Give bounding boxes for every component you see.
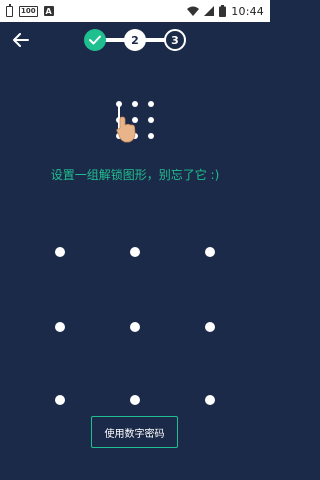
status-left: 100 A xyxy=(6,3,54,17)
pattern-dot-8[interactable] xyxy=(130,395,140,405)
pattern-dot-6[interactable] xyxy=(205,322,215,332)
badge-100-icon: 100 xyxy=(19,5,38,17)
pattern-dot-1[interactable] xyxy=(55,247,65,257)
status-right: 10:44 xyxy=(187,5,264,18)
pattern-dot-9[interactable] xyxy=(205,395,215,405)
battery-small-icon xyxy=(6,3,13,17)
pattern-grid[interactable] xyxy=(35,227,235,427)
back-button[interactable] xyxy=(10,30,32,50)
step-3-pending: 3 xyxy=(164,29,186,51)
pattern-hint-text: 设置一组解锁图形，别忘了它 :) xyxy=(50,168,220,182)
signal-icon xyxy=(204,6,215,16)
pattern-dot-7[interactable] xyxy=(55,395,65,405)
status-time: 10:44 xyxy=(231,4,264,18)
a-notification-icon: A xyxy=(43,6,54,16)
arrow-left-icon xyxy=(13,33,29,47)
step-1-done xyxy=(84,29,106,51)
status-bar: 100 A 10:44 xyxy=(0,0,270,22)
pattern-hint-illustration xyxy=(116,101,154,143)
pattern-dot-2[interactable] xyxy=(130,247,140,257)
pattern-dot-4[interactable] xyxy=(55,322,65,332)
step-connector-2 xyxy=(144,38,166,42)
battery-icon xyxy=(219,5,227,17)
check-icon xyxy=(89,35,101,45)
use-pin-button[interactable]: 使用数字密码 xyxy=(91,416,178,448)
pattern-dot-3[interactable] xyxy=(205,247,215,257)
wifi-icon xyxy=(187,6,200,16)
step-connector-1 xyxy=(104,38,126,42)
step-indicator: 2 3 xyxy=(84,29,186,51)
step-2-current: 2 xyxy=(124,29,146,51)
pattern-dot-5[interactable] xyxy=(130,322,140,332)
